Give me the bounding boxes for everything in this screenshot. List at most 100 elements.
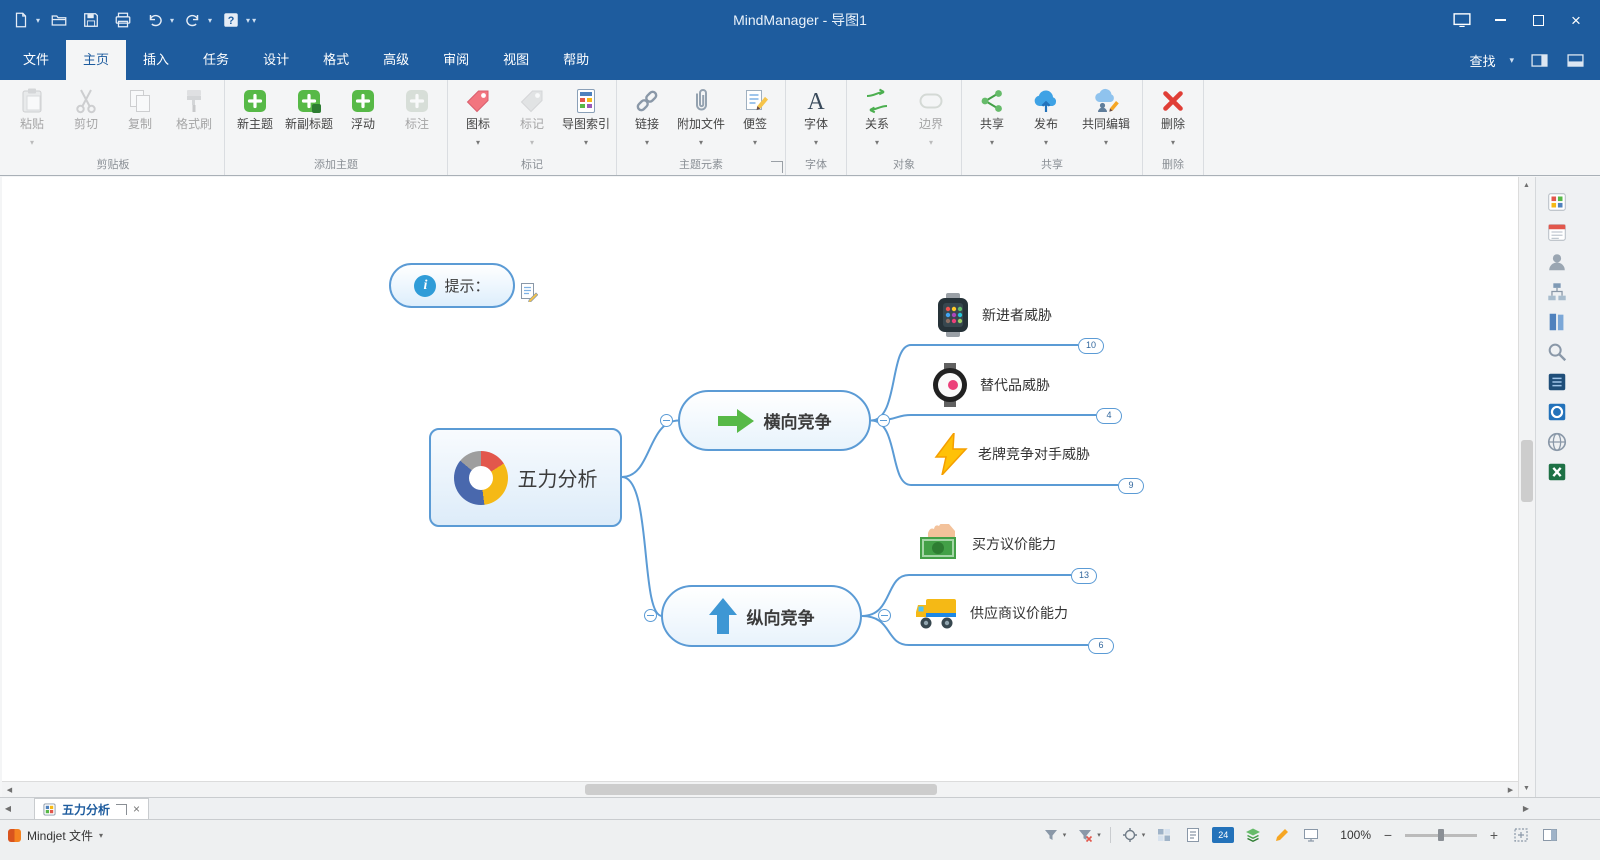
subtopic-supplier-power[interactable]: 供应商议价能力 bbox=[914, 595, 1068, 631]
select-zoom-icon[interactable] bbox=[1120, 825, 1140, 845]
split-view-icon[interactable] bbox=[1540, 825, 1560, 845]
subtopic-substitutes[interactable]: 替代品威胁 bbox=[930, 363, 1050, 407]
tab-review[interactable]: 审阅 bbox=[426, 40, 486, 80]
topic-count-badge[interactable]: 9 bbox=[1118, 478, 1144, 494]
topic-count-badge[interactable]: 6 bbox=[1088, 638, 1114, 654]
undo-caret-icon[interactable]: ▾ bbox=[170, 16, 174, 25]
schedule-view-icon[interactable]: 24 bbox=[1212, 827, 1234, 843]
tab-advanced[interactable]: 高级 bbox=[366, 40, 426, 80]
tab-view[interactable]: 视图 bbox=[486, 40, 546, 80]
zoom-level[interactable]: 100% bbox=[1340, 828, 1371, 842]
remove-filter-icon[interactable] bbox=[1075, 825, 1095, 845]
database-icon[interactable] bbox=[1542, 369, 1572, 395]
subtopic-buyer-power[interactable]: 买方议价能力 bbox=[914, 524, 1056, 564]
floating-topic-button[interactable]: 浮动 bbox=[336, 82, 390, 154]
file-type-menu[interactable]: Mindjet 文件 ▾ bbox=[0, 823, 103, 847]
close-button[interactable]: × bbox=[1560, 6, 1592, 34]
subtopic-incumbents[interactable]: 老牌竞争对手威胁 bbox=[934, 433, 1090, 475]
qat-customize-caret-icon[interactable]: ▾ bbox=[252, 16, 256, 25]
tab-format[interactable]: 格式 bbox=[306, 40, 366, 80]
layers-view-icon[interactable] bbox=[1243, 825, 1263, 845]
excel-icon[interactable] bbox=[1542, 459, 1572, 485]
topic-count-badge[interactable]: 10 bbox=[1078, 338, 1104, 354]
tab-task[interactable]: 任务 bbox=[186, 40, 246, 80]
sheet-scroll-right-icon[interactable]: ▶ bbox=[1518, 799, 1534, 819]
topic-vertical-competition[interactable]: 纵向竞争 bbox=[661, 585, 862, 647]
help-caret-icon[interactable]: ▾ bbox=[246, 16, 250, 25]
new-document-button[interactable] bbox=[8, 7, 34, 33]
outlook-icon[interactable] bbox=[1542, 399, 1572, 425]
topic-count-badge[interactable]: 13 bbox=[1071, 568, 1097, 584]
floating-topic[interactable]: 提示： bbox=[389, 263, 515, 308]
share-button[interactable]: 共享 bbox=[965, 82, 1019, 154]
font-button[interactable]: A 字体 bbox=[789, 82, 843, 154]
paste-button[interactable]: 粘贴 bbox=[5, 82, 59, 154]
sheet-scroll-left-icon[interactable]: ◀ bbox=[0, 799, 16, 819]
maximize-button[interactable] bbox=[1522, 6, 1554, 34]
minimize-button[interactable] bbox=[1484, 6, 1516, 34]
remove-filter-caret-icon[interactable]: ▾ bbox=[1097, 831, 1101, 839]
topic-count-badge[interactable]: 4 bbox=[1096, 408, 1122, 424]
zoom-out-button[interactable]: − bbox=[1380, 827, 1396, 843]
copy-button[interactable]: 复制 bbox=[113, 82, 167, 154]
new-document-caret-icon[interactable]: ▾ bbox=[36, 16, 40, 25]
find-button[interactable]: 查找 bbox=[1469, 51, 1495, 70]
save-button[interactable] bbox=[78, 7, 104, 33]
tags-button[interactable]: 标记 bbox=[505, 82, 559, 154]
map-index-button[interactable]: 导图索引 bbox=[559, 82, 613, 154]
vertical-scrollbar[interactable]: ▲ ▼ bbox=[1518, 177, 1535, 797]
ribbon-layout-icon[interactable] bbox=[1564, 49, 1586, 71]
subtopic-new-entrants[interactable]: 新进者威胁 bbox=[934, 293, 1052, 337]
undo-button[interactable] bbox=[142, 7, 168, 33]
fit-map-icon[interactable] bbox=[1511, 825, 1531, 845]
whiteboard-icon[interactable] bbox=[1301, 825, 1321, 845]
notes-button[interactable]: 便签 bbox=[728, 82, 782, 154]
tab-insert[interactable]: 插入 bbox=[126, 40, 186, 80]
outline-view-icon[interactable] bbox=[1183, 825, 1203, 845]
central-topic[interactable]: 五力分析 bbox=[429, 428, 622, 527]
task-panes-icon[interactable] bbox=[1528, 49, 1550, 71]
open-button[interactable] bbox=[46, 7, 72, 33]
help-button[interactable]: ? bbox=[218, 7, 244, 33]
filter-icon[interactable] bbox=[1041, 825, 1061, 845]
sheet-options-icon[interactable] bbox=[116, 804, 127, 815]
cut-button[interactable]: 剪切 bbox=[59, 82, 113, 154]
delete-button[interactable]: 删除 bbox=[1146, 82, 1200, 154]
presentation-mode-icon[interactable] bbox=[1446, 6, 1478, 34]
scroll-left-icon[interactable]: ◀ bbox=[2, 782, 17, 797]
zoom-in-button[interactable]: + bbox=[1486, 827, 1502, 843]
relationship-button[interactable]: 关系 bbox=[850, 82, 904, 154]
callout-button[interactable]: 标注 bbox=[390, 82, 444, 154]
topic-notes-icon[interactable] bbox=[520, 282, 538, 307]
zoom-slider[interactable] bbox=[1405, 827, 1477, 843]
select-zoom-caret-icon[interactable]: ▾ bbox=[1142, 831, 1146, 839]
new-topic-button[interactable]: 新主题 bbox=[228, 82, 282, 154]
boundary-button[interactable]: 边界 bbox=[904, 82, 958, 154]
contacts-icon[interactable] bbox=[1542, 249, 1572, 275]
tab-file[interactable]: 文件 bbox=[6, 40, 66, 80]
calendar-icon[interactable] bbox=[1542, 219, 1572, 245]
new-subtopic-button[interactable]: 新副标题 bbox=[282, 82, 336, 154]
dialog-launcher-icon[interactable] bbox=[771, 161, 783, 173]
link-button[interactable]: 链接 bbox=[620, 82, 674, 154]
collapse-toggle-icon[interactable] bbox=[877, 414, 890, 427]
find-caret-icon[interactable]: ▾ bbox=[1509, 55, 1514, 66]
topic-horizontal-competition[interactable]: 横向竞争 bbox=[678, 390, 871, 451]
print-button[interactable] bbox=[110, 7, 136, 33]
vertical-scroll-thumb[interactable] bbox=[1521, 440, 1533, 502]
collapse-toggle-icon[interactable] bbox=[878, 609, 891, 622]
publish-button[interactable]: 发布 bbox=[1019, 82, 1073, 154]
tab-home[interactable]: 主页 bbox=[66, 40, 126, 80]
tab-help[interactable]: 帮助 bbox=[546, 40, 606, 80]
horizontal-scroll-thumb[interactable] bbox=[585, 784, 937, 795]
collapse-toggle-icon[interactable] bbox=[660, 414, 673, 427]
scroll-up-icon[interactable]: ▲ bbox=[1519, 178, 1534, 193]
collapse-toggle-icon[interactable] bbox=[644, 609, 657, 622]
tab-design[interactable]: 设计 bbox=[246, 40, 306, 80]
library-icon[interactable] bbox=[1542, 309, 1572, 335]
zoom-slider-thumb[interactable] bbox=[1438, 829, 1444, 841]
filter-caret-icon[interactable]: ▾ bbox=[1063, 831, 1067, 839]
show-tags-icon[interactable] bbox=[1154, 825, 1174, 845]
scroll-right-icon[interactable]: ▶ bbox=[1503, 782, 1518, 797]
my-tasks-icon[interactable] bbox=[1542, 189, 1572, 215]
